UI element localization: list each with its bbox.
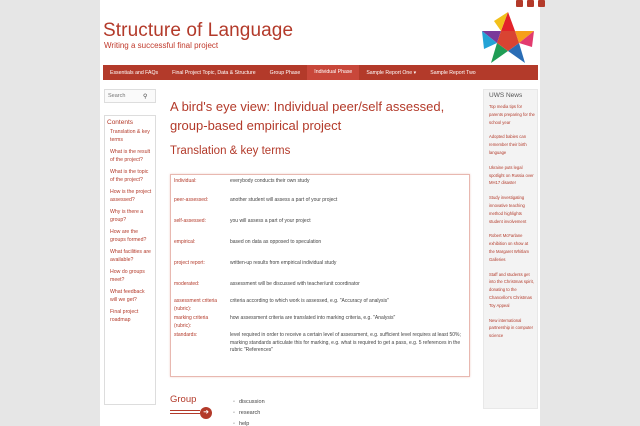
term-label: standards: — [174, 332, 198, 338]
group-divider — [170, 410, 200, 414]
list-item: research — [233, 408, 265, 419]
table-row: Individual: everybody conducts their own … — [171, 178, 469, 197]
search-icon[interactable]: ⚲ — [143, 93, 147, 100]
term-definition: you will assess a part of your project — [230, 218, 311, 224]
toc-heading: Contents — [107, 119, 134, 126]
table-row: empirical: based on data as opposed to sp… — [171, 239, 469, 260]
nav-essentials[interactable]: Essentials and FAQs — [103, 70, 165, 76]
list-item: discussion — [233, 397, 265, 408]
term-label: self-assessed: — [174, 218, 206, 224]
nav-final-project-topic[interactable]: Final Project Topic, Data & Structure — [165, 70, 263, 76]
arrow-right-icon: ➜ — [200, 407, 212, 419]
toc-item[interactable]: What is the result of the project? — [107, 148, 153, 165]
group-list: discussion research help — [233, 397, 265, 426]
term-label: Individual: — [174, 178, 197, 184]
news-item[interactable]: Study investigating innovative teaching … — [486, 194, 535, 225]
table-row: self-assessed: you will assess a part of … — [171, 218, 469, 239]
twitter-icon[interactable] — [527, 0, 534, 7]
news-item[interactable]: Adopted babies can remember their birth … — [486, 133, 535, 156]
term-definition: how assessment criteria are translated i… — [230, 315, 396, 321]
table-row: assessment criteria (rubric): criteria ac… — [171, 298, 469, 315]
social-icons — [516, 0, 545, 7]
table-row: project report: written-up results from e… — [171, 260, 469, 281]
list-item: help — [233, 419, 265, 426]
toc-item[interactable]: What feedback will we get? — [107, 288, 153, 305]
group-heading: Group — [170, 394, 197, 405]
news-heading: UWS News — [489, 92, 523, 99]
site-tagline: Writing a successful final project — [104, 41, 219, 50]
term-definition: criteria according to which work is asse… — [230, 298, 389, 304]
rss-icon[interactable] — [538, 0, 545, 7]
term-definition: level required in order to receive a cer… — [230, 332, 461, 354]
toc-item[interactable]: What facilities are available? — [107, 248, 153, 265]
news-item[interactable]: Ukraine puts legal spotlight on Russia o… — [486, 164, 535, 187]
star-logo-icon[interactable] — [478, 8, 538, 68]
search-input[interactable] — [105, 93, 143, 99]
site-title[interactable]: Structure of Language — [103, 20, 293, 42]
key-terms-box: Individual: everybody conducts their own … — [170, 174, 470, 377]
table-of-contents: Contents Translation & key terms What is… — [104, 115, 156, 405]
news-item[interactable]: Top media tips for parents preparing for… — [486, 103, 535, 126]
page-title: A bird's eye view: Individual peer/self … — [170, 99, 445, 133]
table-row: peer-assessed: another student will asses… — [171, 197, 469, 218]
term-label: marking criteria (rubric): — [174, 315, 209, 329]
youtube-icon[interactable] — [516, 0, 523, 7]
term-definition: based on data as opposed to speculation — [230, 239, 322, 245]
main-nav: Essentials and FAQs Final Project Topic,… — [103, 65, 538, 80]
news-item[interactable]: New international partnership in compute… — [486, 317, 535, 340]
term-definition: written-up results from empirical indivi… — [230, 260, 337, 266]
term-label: project report: — [174, 260, 205, 266]
table-row: moderated: assessment will be discussed w… — [171, 281, 469, 298]
term-label: empirical: — [174, 239, 196, 245]
toc-item[interactable]: Why is there a group? — [107, 208, 153, 225]
term-definition: assessment will be discussed with teache… — [230, 281, 360, 287]
nav-sample-report-two[interactable]: Sample Report Two — [423, 70, 482, 76]
toc-item[interactable]: How is the project assessed? — [107, 188, 153, 205]
term-label: assessment criteria (rubric): — [174, 298, 218, 312]
news-item[interactable]: Robert McFarlane exhibition on show at t… — [486, 232, 535, 263]
term-label: peer-assessed: — [174, 197, 209, 203]
nav-individual-phase[interactable]: Individual Phase — [307, 65, 360, 80]
toc-item[interactable]: Final project roadmap — [107, 308, 153, 325]
table-row: standards: level required in order to rec… — [171, 332, 469, 355]
news-item[interactable]: Staff and students get into the Christma… — [486, 271, 535, 310]
nav-group-phase[interactable]: Group Phase — [263, 70, 308, 76]
toc-item[interactable]: How are the groups formed? — [107, 228, 153, 245]
search-box: ⚲ — [104, 89, 156, 103]
nav-sample-report-one[interactable]: Sample Report One — [359, 70, 423, 76]
term-definition: another student will assess a part of yo… — [230, 197, 338, 203]
key-terms-table: Individual: everybody conducts their own … — [171, 178, 469, 355]
term-definition: everybody conducts their own study — [230, 178, 310, 184]
toc-item[interactable]: What is the topic of the project? — [107, 168, 153, 185]
toc-item[interactable]: How do groups meet? — [107, 268, 153, 285]
toc-item[interactable]: Translation & key terms — [107, 128, 153, 145]
section-title: Translation & key terms — [170, 145, 291, 157]
table-row: marking criteria (rubric): how assessment… — [171, 315, 469, 332]
news-sidebar: UWS News Top media tips for parents prep… — [483, 89, 538, 409]
term-label: moderated: — [174, 281, 200, 287]
